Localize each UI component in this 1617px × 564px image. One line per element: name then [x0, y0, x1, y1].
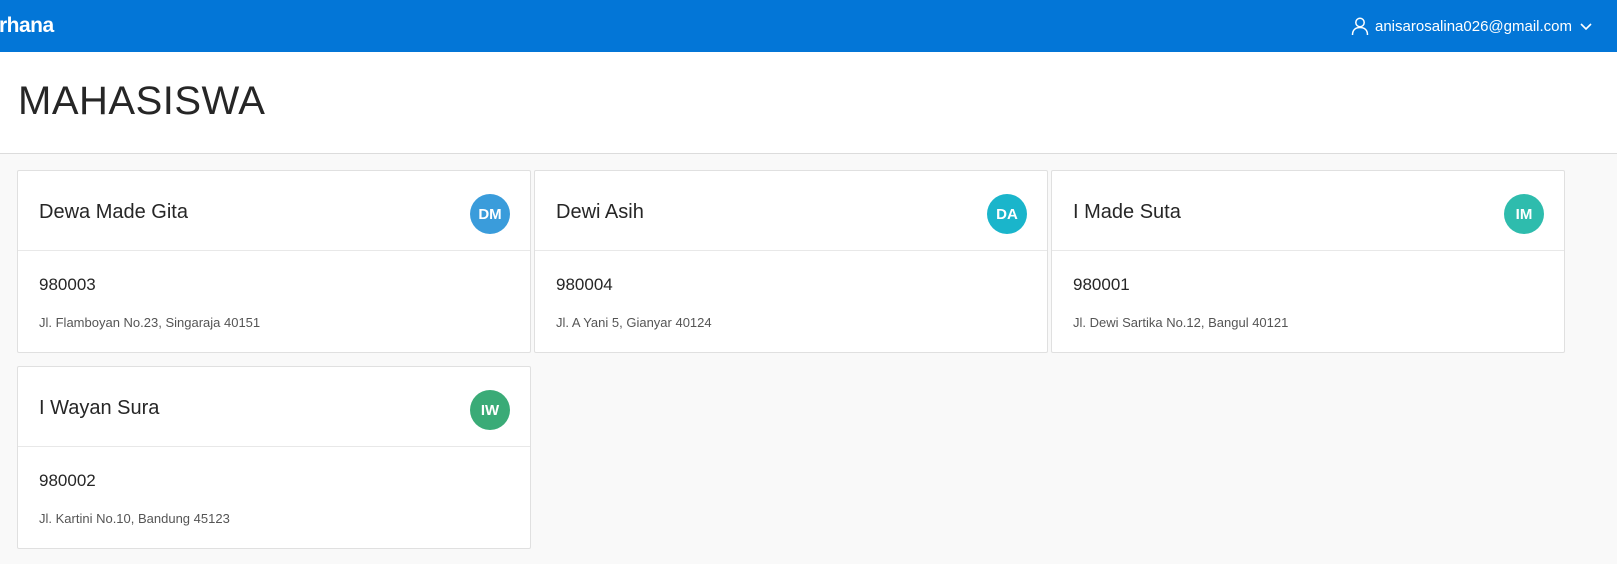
- student-id: 980001: [1073, 275, 1130, 294]
- card-header: I Made Suta IM: [1052, 171, 1564, 251]
- student-id: 980002: [39, 471, 96, 490]
- student-name[interactable]: Dewi Asih: [556, 201, 644, 224]
- student-name[interactable]: Dewa Made Gita: [39, 201, 188, 224]
- student-card[interactable]: Dewa Made Gita DM 980003 Jl. Flamboyan N…: [17, 170, 531, 353]
- student-id: 980004: [556, 275, 613, 294]
- student-address: Jl. A Yani 5, Gianyar 40124: [556, 315, 712, 330]
- user-menu[interactable]: anisarosalina026@gmail.com: [1350, 0, 1593, 52]
- top-navigation-bar: rhana anisarosalina026@gmail.com: [0, 0, 1617, 52]
- card-header: Dewi Asih DA: [535, 171, 1047, 251]
- student-name[interactable]: I Wayan Sura: [39, 397, 159, 420]
- avatar: IW: [470, 390, 510, 430]
- student-name[interactable]: I Made Suta: [1073, 201, 1181, 224]
- student-address: Jl. Flamboyan No.23, Singaraja 40151: [39, 315, 261, 330]
- student-id: 980003: [39, 275, 96, 294]
- student-card[interactable]: I Wayan Sura IW 980002 Jl. Kartini No.10…: [17, 366, 531, 549]
- page-header: MAHASISWA: [0, 52, 1617, 154]
- page-title: MAHASISWA: [18, 79, 266, 123]
- student-card[interactable]: I Made Suta IM 980001 Jl. Dewi Sartika N…: [1051, 170, 1565, 353]
- student-card[interactable]: Dewi Asih DA 980004 Jl. A Yani 5, Gianya…: [534, 170, 1048, 353]
- card-header: I Wayan Sura IW: [18, 367, 530, 447]
- card-header: Dewa Made Gita DM: [18, 171, 530, 251]
- chevron-down-icon: [1579, 19, 1593, 33]
- user-icon: [1350, 16, 1370, 36]
- student-address: Jl. Dewi Sartika No.12, Bangul 40121: [1073, 315, 1289, 330]
- avatar: DM: [470, 194, 510, 234]
- avatar: IM: [1504, 194, 1544, 234]
- user-email: anisarosalina026@gmail.com: [1375, 17, 1572, 35]
- student-address: Jl. Kartini No.10, Bandung 45123: [39, 511, 230, 526]
- app-name[interactable]: rhana: [0, 14, 54, 38]
- avatar: DA: [987, 194, 1027, 234]
